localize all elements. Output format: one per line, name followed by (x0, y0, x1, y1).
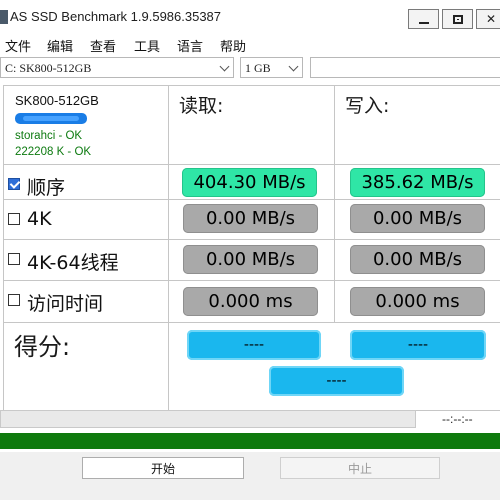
4k64-write-value: 0.00 MB/s (350, 245, 485, 274)
access-label: 访问时间 (27, 293, 104, 315)
start-button[interactable]: 开始 (82, 457, 244, 479)
menu-bar: 文件 编辑 查看 工具 语言 帮助 (0, 32, 500, 55)
4k64-write-cell: 0.00 MB/s (335, 240, 500, 281)
4k-checkbox[interactable] (8, 213, 20, 225)
drive-select[interactable]: C: SK800-512GB (0, 57, 234, 78)
row-4k64-label-cell: 4K-64线程 (4, 240, 169, 281)
elapsed-time: --:--:-- (442, 412, 473, 426)
4k-write-value: 0.00 MB/s (350, 204, 485, 233)
chevron-down-icon (219, 61, 230, 72)
score-panel: ---- ---- ---- (169, 323, 500, 411)
score-label: 得分: (14, 333, 71, 361)
4k-label: 4K (27, 208, 52, 230)
menu-language[interactable]: 语言 (177, 36, 203, 55)
4k-read-cell: 0.00 MB/s (169, 200, 335, 240)
results-grid: SK800-512GB storahci - OK 222208 K - OK … (3, 85, 500, 411)
access-write-value: 0.000 ms (350, 287, 485, 316)
score-label-cell: 得分: (4, 323, 169, 411)
4k64-checkbox[interactable] (8, 253, 20, 265)
seq-label: 顺序 (27, 177, 66, 199)
access-read-cell: 0.000 ms (169, 281, 335, 323)
row-seq-label-cell: 顺序 (4, 165, 169, 200)
write-header: 写入: (335, 86, 500, 165)
window-title: AS SSD Benchmark 1.9.5986.35387 (10, 9, 222, 24)
4k-write-cell: 0.00 MB/s (335, 200, 500, 240)
menu-help[interactable]: 帮助 (220, 36, 246, 55)
minimize-icon (418, 22, 429, 24)
extra-field[interactable] (310, 57, 500, 78)
4k64-read-value: 0.00 MB/s (183, 245, 318, 274)
status-bar (0, 433, 500, 449)
drive-name: SK800-512GB (15, 93, 99, 108)
restore-icon (452, 14, 463, 24)
seq-checkbox[interactable] (8, 178, 20, 190)
menu-tools[interactable]: 工具 (134, 36, 160, 55)
drive-select-value: C: SK800-512GB (5, 61, 92, 75)
score-write: ---- (350, 330, 486, 360)
seq-write-cell: 385.62 MB/s (335, 165, 500, 200)
access-write-cell: 0.000 ms (335, 281, 500, 323)
write-column-title: 写入: (345, 95, 390, 117)
read-header: 读取: (169, 86, 335, 165)
row-4k-label-cell: 4K (4, 200, 169, 240)
access-read-value: 0.000 ms (183, 287, 318, 316)
score-read: ---- (187, 330, 321, 360)
seq-read-value: 404.30 MB/s (182, 168, 317, 197)
size-select-value: 1 GB (245, 61, 271, 75)
drive-info-panel: SK800-512GB storahci - OK 222208 K - OK (4, 86, 169, 165)
access-checkbox[interactable] (8, 294, 20, 306)
menu-view[interactable]: 查看 (90, 36, 116, 55)
minimize-button[interactable] (408, 9, 439, 29)
4k64-read-cell: 0.00 MB/s (169, 240, 335, 281)
stop-button[interactable]: 中止 (280, 457, 440, 479)
redacted-serial (15, 113, 87, 124)
chevron-down-icon (288, 61, 299, 72)
alignment-status: 222208 K - OK (15, 146, 92, 158)
app-icon (0, 10, 8, 24)
score-total: ---- (269, 366, 404, 396)
maximize-button[interactable] (442, 9, 473, 29)
4k-read-value: 0.00 MB/s (183, 204, 318, 233)
menu-edit[interactable]: 编辑 (47, 36, 73, 55)
seq-write-value: 385.62 MB/s (350, 168, 485, 197)
close-icon: ✕ (485, 12, 497, 26)
seq-read-cell: 404.30 MB/s (169, 165, 335, 200)
progress-bar (0, 410, 416, 428)
row-access-label-cell: 访问时间 (4, 281, 169, 323)
close-button[interactable]: ✕ (476, 9, 500, 29)
4k64-label: 4K-64线程 (27, 252, 119, 274)
driver-status: storahci - OK (15, 130, 83, 142)
size-select[interactable]: 1 GB (240, 57, 303, 78)
read-column-title: 读取: (179, 95, 224, 117)
menu-file[interactable]: 文件 (5, 36, 31, 55)
title-bar: AS SSD Benchmark 1.9.5986.35387 ✕ (0, 0, 500, 32)
selector-row: C: SK800-512GB 1 GB (0, 57, 500, 79)
